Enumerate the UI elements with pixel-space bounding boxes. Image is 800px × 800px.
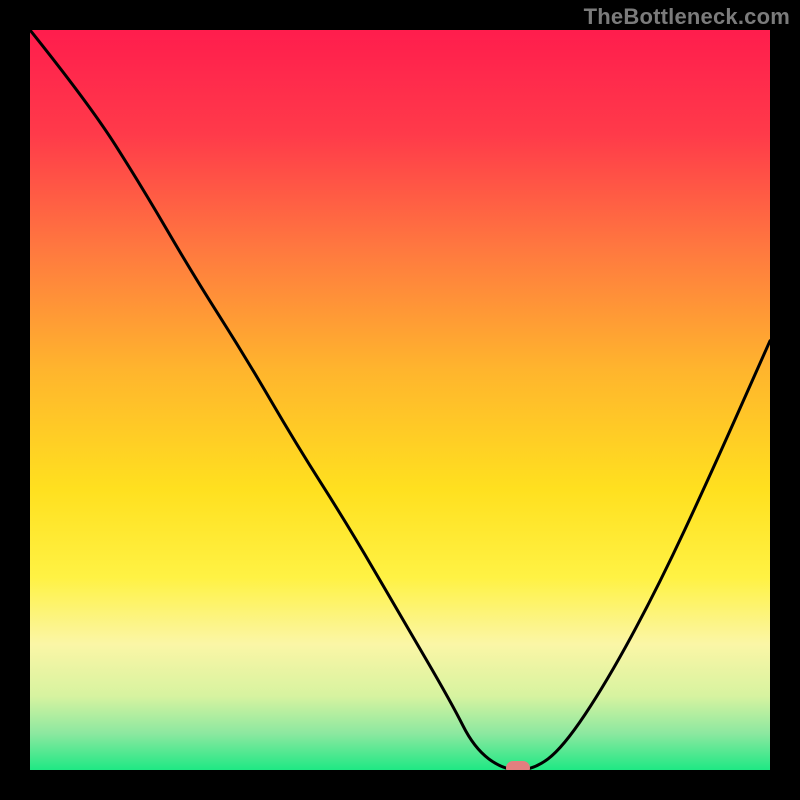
optimal-marker xyxy=(506,761,530,770)
chart-frame: TheBottleneck.com xyxy=(0,0,800,800)
bottleneck-curve xyxy=(30,30,770,770)
watermark-text: TheBottleneck.com xyxy=(584,4,790,30)
plot-area xyxy=(30,30,770,770)
